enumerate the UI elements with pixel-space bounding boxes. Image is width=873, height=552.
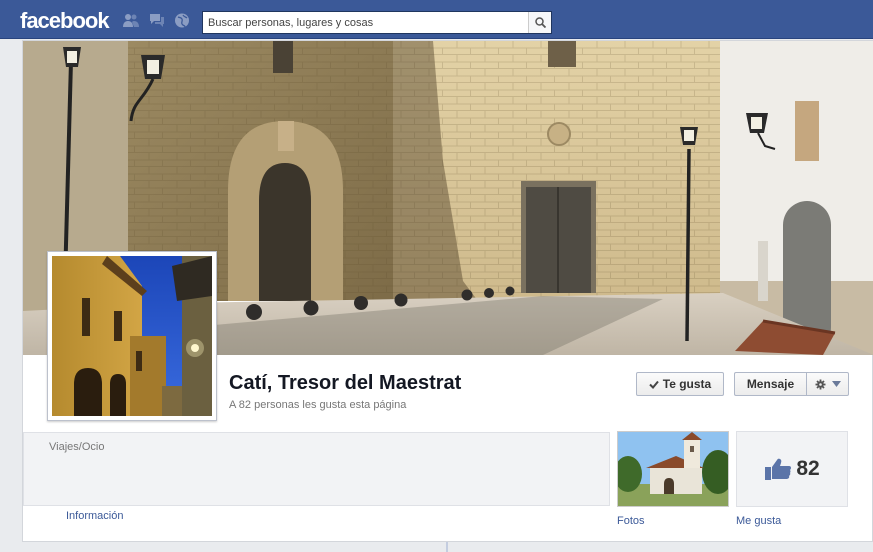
page-card: Catí, Tresor del Maestrat A 82 personas …: [22, 40, 873, 542]
gear-icon: [815, 379, 825, 389]
messages-icon[interactable]: [149, 13, 165, 28]
message-button[interactable]: Mensaje: [734, 372, 806, 396]
photos-thumbnail-image: [618, 432, 728, 506]
search-input[interactable]: [203, 12, 528, 33]
friends-icon[interactable]: [123, 13, 139, 28]
facebook-logo[interactable]: facebook: [20, 8, 110, 34]
top-bar: facebook: [0, 0, 873, 39]
page-likes-summary: A 82 personas les gusta esta página: [229, 399, 407, 411]
profile-picture-image: [52, 256, 212, 416]
photos-link[interactable]: Fotos: [617, 515, 645, 527]
info-link[interactable]: Información: [66, 510, 123, 522]
profile-picture[interactable]: [47, 251, 217, 421]
likes-box[interactable]: 82: [736, 431, 848, 507]
settings-dropdown-button[interactable]: [806, 372, 849, 396]
search-button[interactable]: [528, 12, 551, 33]
search-icon: [534, 17, 546, 28]
message-button-label: Mensaje: [746, 377, 795, 391]
timeline-divider: [446, 542, 448, 552]
notifications-icon[interactable]: [174, 13, 190, 28]
about-box: [23, 432, 610, 506]
like-button-label: Te gusta: [662, 377, 712, 391]
thumbs-up-icon: [765, 458, 792, 480]
check-icon: [649, 380, 659, 389]
page-category: Viajes/Ocio: [49, 441, 105, 453]
photos-thumbnail[interactable]: [617, 431, 729, 507]
chevron-down-icon: [831, 381, 841, 387]
search-box: [202, 11, 552, 34]
page-title: Catí, Tresor del Maestrat: [229, 372, 462, 394]
likes-count: 82: [796, 457, 820, 480]
like-button[interactable]: Te gusta: [636, 372, 724, 396]
likes-link[interactable]: Me gusta: [736, 515, 781, 527]
